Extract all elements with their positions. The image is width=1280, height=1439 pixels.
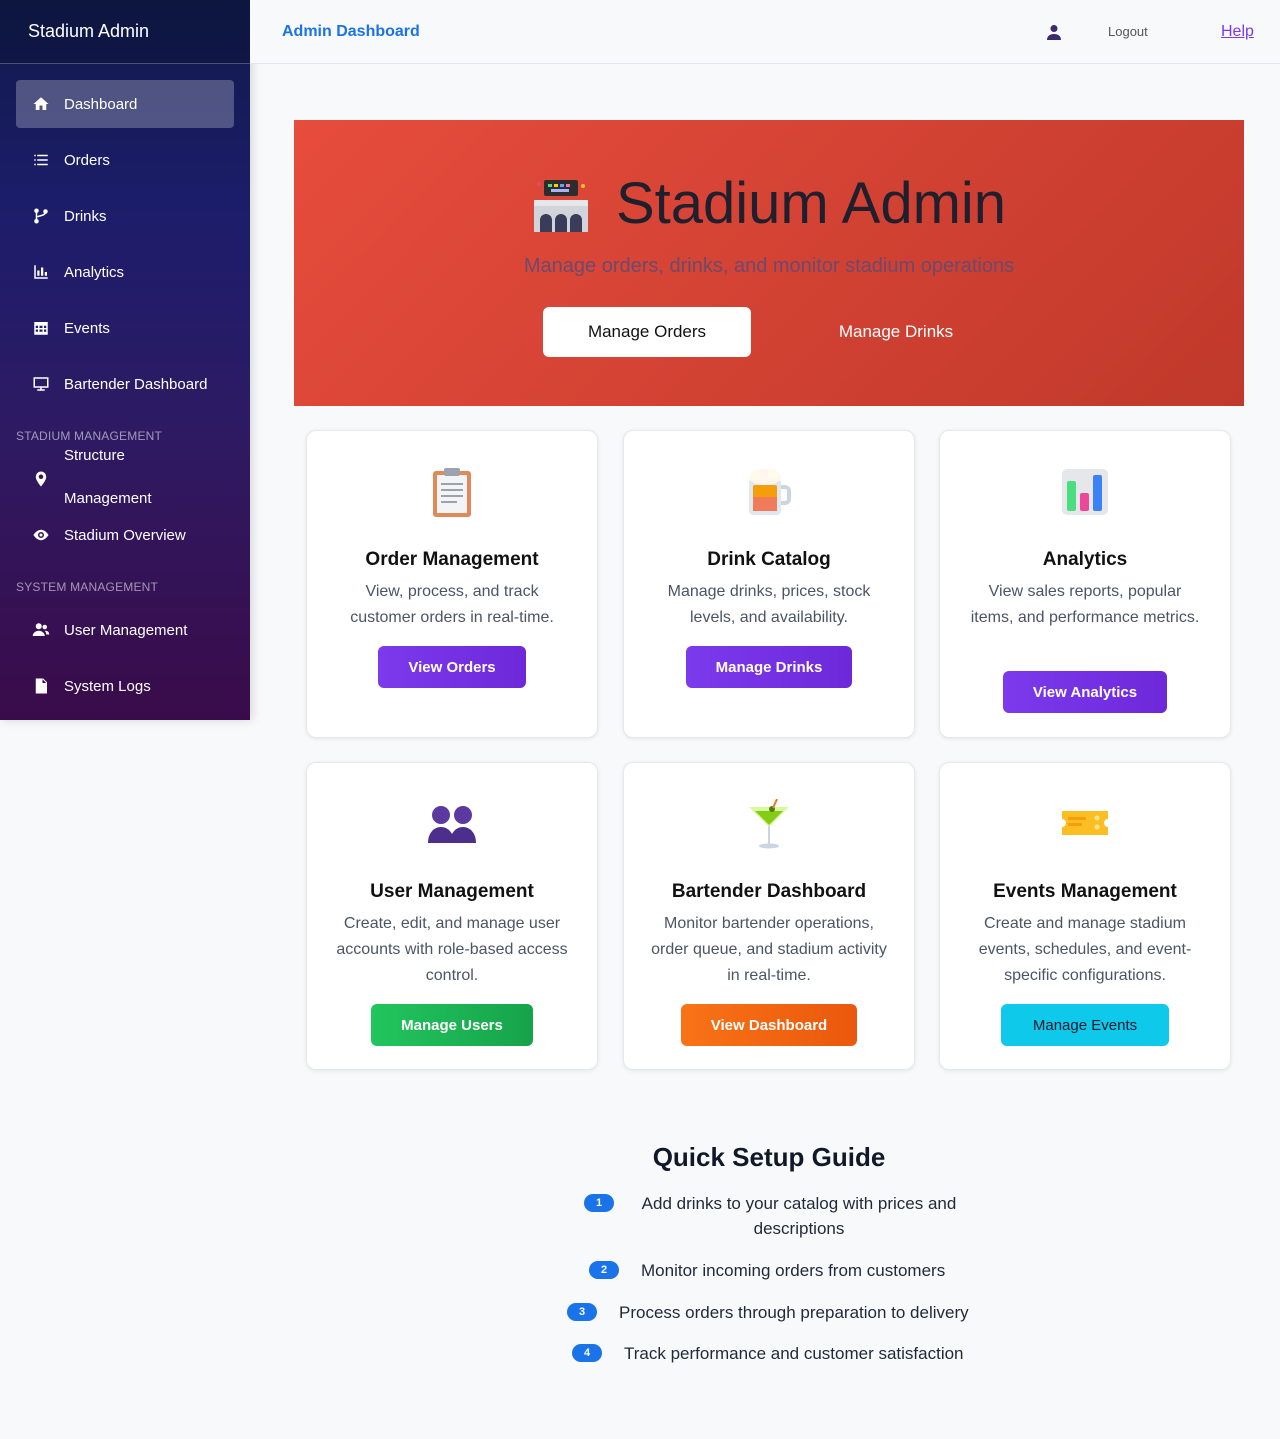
clipboard-icon [307, 467, 597, 519]
branch-icon [32, 207, 50, 225]
hero-subtitle: Manage orders, drinks, and monitor stadi… [523, 255, 1015, 277]
card-title: Drink Catalog [707, 549, 831, 570]
manage-users-button[interactable]: Manage Users [371, 1004, 533, 1046]
bar-chart-icon [32, 263, 50, 281]
step-text: Track performance and customer satisfact… [624, 1344, 964, 1363]
map-pin-icon [32, 470, 50, 488]
sidebar-item-drinks[interactable]: Drinks [16, 192, 234, 240]
sidebar: Stadium Admin Dashboard Orders Drinks An… [0, 0, 250, 720]
step-number: 1 [584, 1194, 614, 1212]
cocktail-icon [624, 799, 914, 851]
sidebar-item-dashboard[interactable]: Dashboard [16, 80, 234, 128]
sidebar-item-label: System Logs [64, 677, 151, 695]
sidebar-item-label: Orders [64, 151, 110, 169]
sidebar-item-system-logs[interactable]: System Logs [16, 662, 234, 710]
card-description: View, process, and track customer orders… [350, 583, 554, 626]
sidebar-item-label: Dashboard [64, 95, 138, 113]
step-text: Monitor incoming orders from customers [641, 1261, 946, 1280]
sidebar-item-label: Bartender Dashboard [64, 375, 208, 393]
eye-icon [32, 526, 50, 544]
sidebar-brand: Stadium Admin [0, 0, 250, 64]
step-number: 3 [567, 1303, 597, 1321]
step-number: 4 [572, 1344, 602, 1362]
document-icon [32, 677, 50, 695]
step-text: Add drinks to your catalog with prices a… [641, 1194, 957, 1238]
card-description: View sales reports, popular items, and p… [970, 583, 1200, 626]
manage-drinks-button[interactable]: Manage Drinks [806, 307, 986, 357]
hero-title: Stadium Admin [615, 171, 1007, 236]
view-orders-button[interactable]: View Orders [378, 646, 526, 688]
card-order-management: Order Management View, process, and trac… [306, 430, 598, 738]
card-drink-catalog: Drink Catalog Manage drinks, prices, sto… [623, 430, 915, 738]
manage-events-button[interactable]: Manage Events [1001, 1004, 1169, 1046]
calendar-icon [32, 319, 50, 337]
page-title: Admin Dashboard [282, 22, 420, 40]
section-label-stadium: STADIUM MANAGEMENT [16, 429, 163, 443]
beer-mug-icon [624, 467, 914, 519]
sidebar-item-label: Management [64, 490, 152, 507]
card-description: Monitor bartender operations, order queu… [651, 915, 887, 984]
user-icon[interactable] [1047, 24, 1061, 40]
list-icon [32, 151, 50, 169]
topbar: Admin Dashboard Logout Help [250, 0, 1280, 64]
card-title: Events Management [993, 881, 1177, 902]
sidebar-item-user-management[interactable]: User Management [16, 606, 234, 654]
card-title: Order Management [365, 549, 539, 570]
sidebar-item-analytics[interactable]: Analytics [16, 248, 234, 296]
sidebar-item-label: Structure [64, 447, 125, 464]
sidebar-item-label: User Management [64, 621, 188, 639]
guide-step: 2 Monitor incoming orders from customers [589, 1258, 945, 1283]
sidebar-item-label: Events [64, 319, 110, 337]
sidebar-item-events[interactable]: Events [16, 304, 234, 352]
bar-chart-icon [940, 467, 1230, 519]
step-number: 2 [589, 1261, 619, 1279]
card-bartender-dashboard: Bartender Dashboard Monitor bartender op… [623, 762, 915, 1070]
section-label-system: SYSTEM MANAGEMENT [16, 580, 159, 594]
card-title: Analytics [1042, 549, 1128, 570]
sidebar-item-label: Drinks [64, 207, 107, 225]
logout-button[interactable]: Logout [1108, 24, 1148, 39]
card-user-management: User Management Create, edit, and manage… [306, 762, 598, 1070]
manage-drinks-card-button[interactable]: Manage Drinks [686, 646, 852, 688]
home-icon [32, 95, 50, 113]
card-description: Create, edit, and manage user accounts w… [336, 915, 568, 984]
card-analytics: Analytics View sales reports, popular it… [939, 430, 1231, 738]
guide-step: 1 Add drinks to your catalog with prices… [584, 1191, 984, 1241]
sidebar-item-label: Stadium Overview [64, 526, 186, 544]
sidebar-item-label: Analytics [64, 263, 125, 281]
hero-title-row: Stadium Admin [294, 170, 1244, 237]
stadium-icon [533, 179, 588, 232]
sidebar-item-structure-management[interactable]: Structure Management [16, 446, 234, 516]
guide-title: Quick Setup Guide [652, 1142, 886, 1172]
monitor-icon [32, 375, 50, 393]
view-analytics-button[interactable]: View Analytics [1003, 671, 1167, 713]
help-link[interactable]: Help [1221, 23, 1254, 41]
guide-step: 4 Track performance and customer satisfa… [572, 1341, 964, 1366]
card-events-management: Events Management Create and manage stad… [939, 762, 1231, 1070]
card-title: User Management [370, 881, 534, 902]
card-description: Manage drinks, prices, stock levels, and… [667, 583, 871, 626]
card-title: Bartender Dashboard [671, 881, 867, 902]
guide-step: 3 Process orders through preparation to … [567, 1300, 969, 1325]
step-text: Process orders through preparation to de… [619, 1303, 969, 1322]
ticket-icon [940, 799, 1230, 851]
sidebar-item-orders[interactable]: Orders [16, 136, 234, 184]
sidebar-item-stadium-overview[interactable]: Stadium Overview [16, 518, 234, 552]
sidebar-item-bartender-dashboard[interactable]: Bartender Dashboard [16, 360, 234, 408]
hero-banner: Stadium Admin Manage orders, drinks, and… [294, 120, 1244, 406]
manage-orders-button[interactable]: Manage Orders [543, 307, 751, 357]
view-dashboard-button[interactable]: View Dashboard [681, 1004, 857, 1046]
card-description: Create and manage stadium events, schedu… [978, 915, 1192, 984]
users-icon [32, 621, 50, 639]
users-icon [307, 799, 597, 851]
